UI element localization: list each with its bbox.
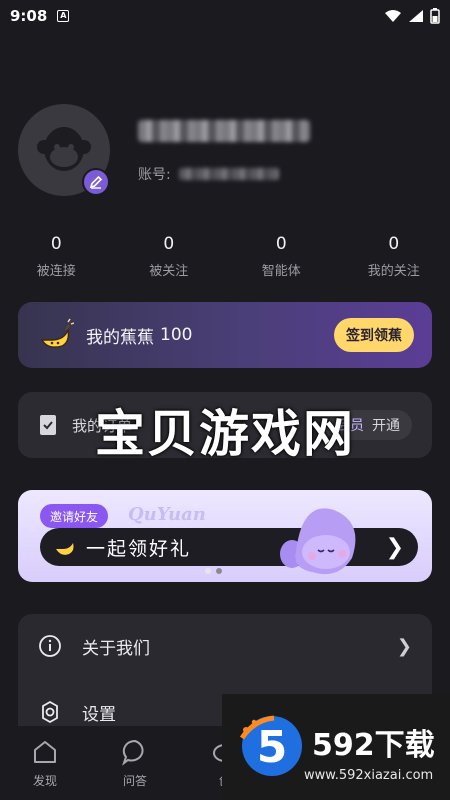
stat-value: 0 bbox=[388, 234, 400, 254]
logo-digit: 5 bbox=[257, 722, 288, 773]
stat-following[interactable]: 0 我的关注 bbox=[338, 234, 450, 279]
pagination-dot bbox=[205, 568, 211, 574]
status-time: 9:08 bbox=[10, 7, 48, 25]
banana-title: 我的蕉蕉 bbox=[86, 327, 154, 348]
site-logo-icon: 5 bbox=[239, 715, 302, 776]
wifi-icon bbox=[385, 10, 401, 22]
chevron-right-icon: ❯ bbox=[385, 534, 404, 560]
banana-amount: 100 bbox=[160, 325, 193, 345]
account-id-blurred bbox=[178, 168, 279, 180]
nickname-blurred bbox=[138, 120, 310, 142]
signin-claim-button[interactable]: 签到领蕉 bbox=[334, 318, 414, 352]
pencil-icon bbox=[89, 175, 103, 189]
invite-friends-banner[interactable]: 邀请好友 QuYuan 一起领好礼 ❯ bbox=[18, 490, 432, 582]
tab-discover[interactable]: 发现 bbox=[0, 726, 90, 800]
invite-tag: 邀请好友 bbox=[40, 504, 109, 528]
account-row: 账号: bbox=[138, 164, 279, 184]
menu-item-label: 设置 bbox=[82, 704, 116, 725]
banana-icon bbox=[40, 318, 74, 348]
stat-value: 0 bbox=[50, 234, 62, 254]
banana-icon bbox=[56, 543, 74, 555]
account-label: 账号: bbox=[138, 167, 171, 183]
stats-row: 0 被连接 0 被关注 0 智能体 0 我的关注 bbox=[0, 234, 450, 279]
status-icons bbox=[384, 8, 440, 24]
banner-brand: QuYuan bbox=[128, 504, 206, 525]
site-brand: 592下载 bbox=[312, 728, 435, 763]
stat-value: 0 bbox=[275, 234, 287, 254]
chat-icon bbox=[122, 739, 144, 766]
stat-connected[interactable]: 0 被连接 bbox=[0, 234, 113, 279]
signal-icon bbox=[409, 10, 423, 22]
download-site-watermark: 5 592下载 www.592xiazai.com bbox=[222, 694, 450, 800]
watermark-text: 宝贝游戏网 bbox=[95, 405, 355, 463]
app-notification-icon: A bbox=[57, 10, 70, 22]
stat-label: 我的关注 bbox=[367, 264, 420, 279]
monkey-mascot-icon bbox=[280, 508, 356, 575]
menu-item-label: 关于我们 bbox=[82, 638, 150, 659]
monkey-avatar-icon bbox=[37, 127, 91, 171]
stat-label: 被连接 bbox=[36, 264, 76, 279]
pagination-dot bbox=[216, 568, 222, 574]
home-icon bbox=[34, 741, 56, 763]
tab-label: 发现 bbox=[32, 774, 57, 788]
settings-icon bbox=[42, 700, 58, 724]
profile-header: 账号: bbox=[18, 104, 432, 200]
tab-qa[interactable]: 问答 bbox=[90, 726, 180, 800]
banner-pagination bbox=[205, 568, 222, 574]
site-url: www.592xiazai.com bbox=[304, 768, 434, 783]
banana-balance-card[interactable]: 我的蕉蕉 100 签到领蕉 bbox=[18, 302, 432, 368]
stat-value: 0 bbox=[163, 234, 175, 254]
edit-profile-button[interactable] bbox=[82, 168, 110, 196]
chevron-right-icon: ❯ bbox=[396, 635, 412, 657]
menu-item-about[interactable]: 关于我们 ❯ bbox=[18, 616, 432, 676]
stat-followers[interactable]: 0 被关注 bbox=[113, 234, 226, 279]
status-bar: 9:08 A bbox=[0, 0, 450, 32]
tab-label: 问答 bbox=[122, 774, 147, 788]
info-icon bbox=[39, 635, 61, 657]
battery-icon bbox=[430, 8, 440, 24]
stat-label: 智能体 bbox=[261, 264, 301, 279]
stat-label: 被关注 bbox=[149, 264, 189, 279]
stat-agents[interactable]: 0 智能体 bbox=[225, 234, 338, 279]
invite-text: 一起领好礼 bbox=[86, 537, 192, 560]
